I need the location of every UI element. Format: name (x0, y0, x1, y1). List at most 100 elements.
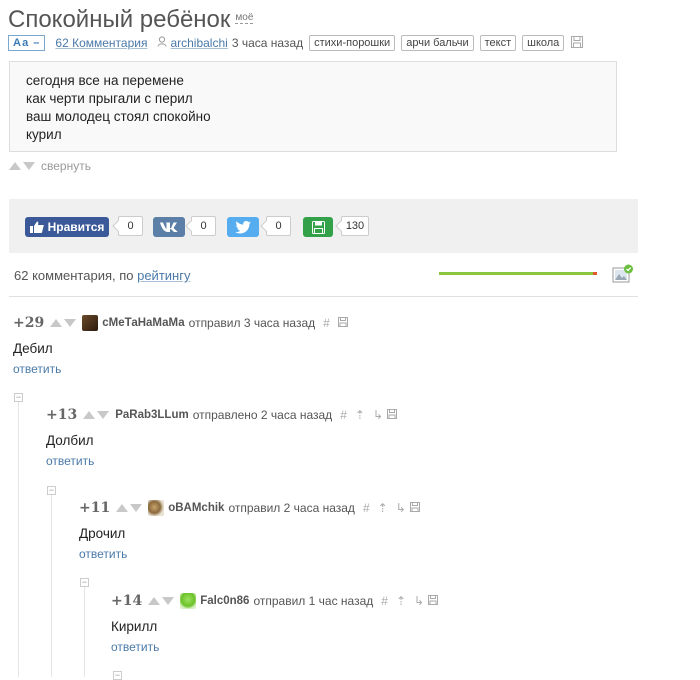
tag-item[interactable]: арчи бальчи (401, 35, 474, 51)
comment-author[interactable]: Falc0n86 (200, 595, 249, 607)
post-line: сегодня все на перемене (26, 73, 184, 88)
comment-author[interactable]: PaRab3LLum (115, 409, 189, 421)
comment-text: Долбил (46, 433, 94, 448)
comment-action: отправил (253, 594, 306, 608)
comment-action: отправил (228, 501, 281, 515)
comment-rating: +11 (79, 500, 111, 516)
upvote-icon[interactable] (83, 411, 96, 419)
comment-rating: +14 (111, 593, 143, 609)
thread-icon[interactable]: ↳ (414, 594, 424, 608)
comment-text: Кирилл (111, 619, 158, 634)
parent-comment-icon[interactable]: ⇡ (378, 501, 388, 515)
font-size-toggle[interactable]: Аа – (8, 35, 46, 51)
permalink-icon[interactable]: # (363, 501, 370, 515)
post-content: сегодня все на перемене как черти прыгал… (9, 61, 617, 152)
collapse-toggle[interactable]: − (80, 578, 89, 587)
post-rating-bar: свернуть (9, 159, 91, 173)
post-title: Спокойный ребёнок моё (8, 6, 254, 34)
comment: +14 Falc0n86 отправил 1 час назад # ⇡ ↳ … (111, 593, 439, 654)
thumbs-up-icon (29, 221, 44, 233)
upvote-icon[interactable] (50, 319, 63, 327)
vk-count: 0 (191, 216, 216, 236)
upvote-icon[interactable] (116, 504, 129, 512)
upvote-icon[interactable] (148, 597, 161, 605)
twitter-count: 0 (266, 216, 291, 236)
avatar[interactable] (180, 593, 197, 609)
tag-item[interactable]: стихи-порошки (309, 35, 396, 51)
twitter-icon (235, 220, 251, 233)
avatar[interactable] (148, 500, 165, 516)
share-bar: Нравится 0 0 0 130 (9, 199, 638, 253)
downvote-icon[interactable] (162, 597, 175, 605)
comment-action: отправлено (192, 408, 258, 422)
vk-icon (160, 222, 178, 232)
user-icon (157, 36, 167, 50)
comment: +13 PaRab3LLum отправлено 2 часа назад #… (46, 407, 397, 468)
comments-header: 62 комментария, по рейтингу (14, 268, 190, 283)
tag-item[interactable]: текст (479, 35, 517, 51)
facebook-count: 0 (118, 216, 143, 236)
comments-count-text: 62 комментария, по (14, 268, 138, 283)
comment-time: 1 час назад (308, 594, 374, 608)
image-toggle-icon[interactable] (612, 264, 634, 291)
comment: +11 oBAMchik отправил 2 часа назад # ⇡ ↳… (79, 500, 420, 561)
comments-progress-bar (439, 272, 597, 275)
save-icon[interactable] (387, 408, 397, 422)
reply-link[interactable]: ответить (79, 547, 420, 561)
permalink-icon[interactable]: # (340, 408, 347, 422)
collapse-link[interactable]: свернуть (41, 159, 91, 173)
thread-line (51, 490, 52, 677)
thread-icon[interactable]: ↳ (396, 501, 406, 515)
save-post-button[interactable] (303, 217, 333, 237)
comment-author[interactable]: сМеТаНаМаМа (102, 317, 184, 329)
comment-rating: +29 (13, 315, 45, 331)
tag-item[interactable]: школа (522, 35, 565, 51)
downvote-icon[interactable] (23, 162, 35, 170)
comment-time: 2 часа назад (260, 408, 333, 422)
save-icon[interactable] (409, 501, 420, 515)
comment-action: отправил (188, 316, 241, 330)
reply-link[interactable]: ответить (46, 454, 397, 468)
comments-count-link[interactable]: 62 Комментария (55, 36, 147, 50)
reply-link[interactable]: ответить (13, 362, 348, 376)
parent-comment-icon[interactable]: ⇡ (396, 594, 406, 608)
permalink-icon[interactable]: # (323, 316, 330, 330)
comment: +29 сМеТаНаМаМа отправил 3 часа назад # … (13, 315, 348, 376)
save-icon (311, 220, 325, 234)
collapse-toggle[interactable]: − (113, 671, 122, 680)
comment-author[interactable]: oBAMchik (168, 502, 224, 514)
post-title-text[interactable]: Спокойный ребёнок (8, 6, 230, 33)
reply-link[interactable]: ответить (111, 640, 438, 654)
twitter-share-button[interactable] (227, 217, 259, 237)
save-icon[interactable] (337, 316, 348, 330)
post-line: ваш молодец стоял спокойно (26, 109, 211, 124)
thread-line (84, 582, 85, 677)
downvote-icon[interactable] (97, 411, 110, 419)
post-line: как черти прыгали с перил (26, 91, 193, 106)
thread-line (18, 397, 19, 677)
thread-icon[interactable]: ↳ (373, 408, 383, 422)
upvote-icon[interactable] (9, 162, 21, 170)
save-icon[interactable] (571, 35, 584, 51)
save-icon[interactable] (428, 594, 439, 608)
sort-by-rating-link[interactable]: рейтингу (137, 268, 190, 283)
author-link[interactable]: archibalchi (170, 36, 227, 50)
comment-rating: +13 (46, 407, 78, 423)
parent-comment-icon[interactable]: ⇡ (355, 408, 365, 422)
divider (9, 296, 638, 297)
permalink-icon[interactable]: # (381, 594, 388, 608)
mine-badge[interactable]: моё (235, 12, 254, 24)
avatar[interactable] (82, 315, 99, 331)
comment-time: 2 часа назад (283, 501, 355, 515)
comment-text: Дебил (13, 341, 53, 356)
comment-time: 3 часа назад (243, 316, 316, 330)
collapse-toggle[interactable]: − (14, 393, 23, 402)
vk-share-button[interactable] (153, 217, 185, 237)
facebook-like-button[interactable]: Нравится (25, 217, 109, 237)
downvote-icon[interactable] (130, 504, 143, 512)
save-count: 130 (341, 216, 369, 236)
post-line: курил (26, 127, 62, 142)
comment-text: Дрочил (79, 526, 126, 541)
collapse-toggle[interactable]: − (47, 486, 56, 495)
downvote-icon[interactable] (64, 319, 77, 327)
